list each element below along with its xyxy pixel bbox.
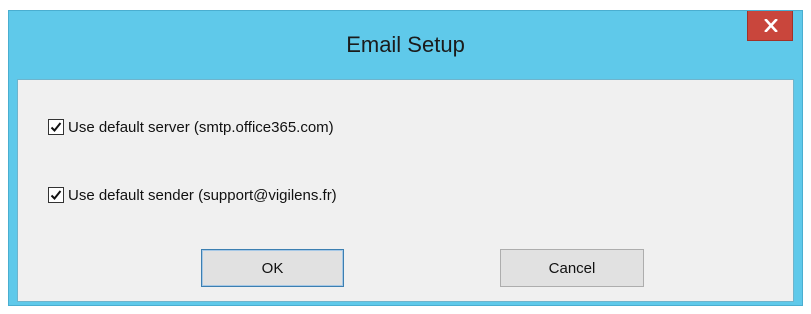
close-button[interactable] (747, 11, 793, 41)
title-bar[interactable]: Email Setup (9, 11, 802, 79)
dialog-body: Use default server (smtp.office365.com) … (17, 79, 794, 302)
checkmark-icon (50, 122, 62, 132)
default-sender-option[interactable]: Use default sender (support@vigilens.fr) (48, 185, 337, 205)
default-sender-label: Use default sender (support@vigilens.fr) (68, 186, 337, 204)
close-icon (764, 19, 778, 32)
checkmark-icon (50, 190, 62, 200)
default-sender-checkbox[interactable] (48, 187, 64, 203)
cancel-button[interactable]: Cancel (500, 249, 644, 287)
dialog-title: Email Setup (346, 32, 465, 57)
default-server-label: Use default server (smtp.office365.com) (68, 118, 334, 136)
ok-button[interactable]: OK (201, 249, 344, 287)
default-server-option[interactable]: Use default server (smtp.office365.com) (48, 117, 334, 137)
email-setup-dialog: Email Setup Use default server (smtp.off… (8, 10, 803, 306)
screen: Email Setup Use default server (smtp.off… (0, 0, 811, 314)
default-server-checkbox[interactable] (48, 119, 64, 135)
